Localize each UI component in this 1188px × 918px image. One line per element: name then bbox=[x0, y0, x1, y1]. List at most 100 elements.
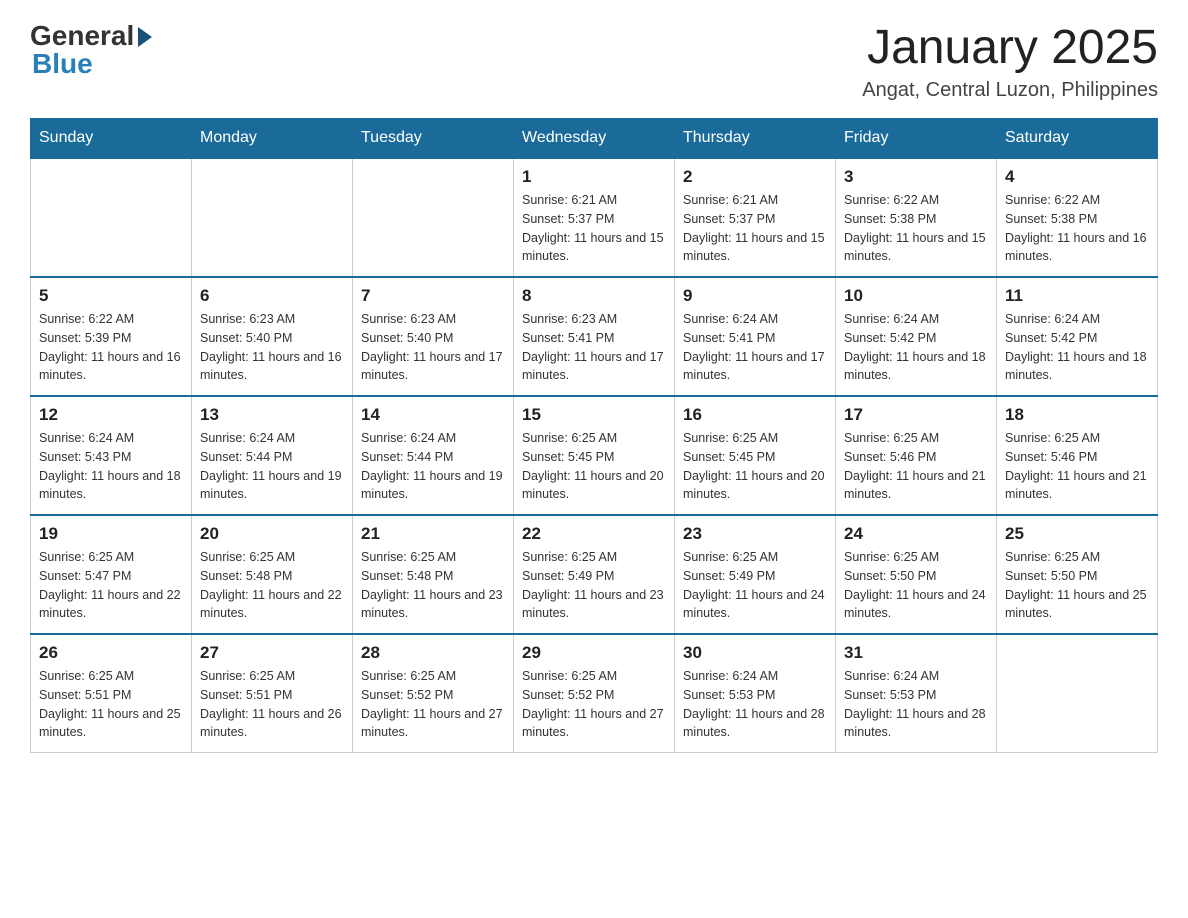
day-info: Sunrise: 6:25 AMSunset: 5:47 PMDaylight:… bbox=[39, 548, 183, 623]
day-info: Sunrise: 6:24 AMSunset: 5:42 PMDaylight:… bbox=[844, 310, 988, 385]
day-info: Sunrise: 6:25 AMSunset: 5:51 PMDaylight:… bbox=[39, 667, 183, 742]
calendar-day-cell: 19 Sunrise: 6:25 AMSunset: 5:47 PMDayligh… bbox=[31, 515, 192, 634]
calendar-week-row: 26Sunrise: 6:25 AMSunset: 5:51 PMDayligh… bbox=[31, 634, 1158, 753]
day-number: 15 bbox=[522, 405, 666, 425]
day-info: Sunrise: 6:25 AMSunset: 5:48 PMDaylight:… bbox=[200, 548, 344, 623]
day-info: Sunrise: 6:25 AMSunset: 5:48 PMDaylight:… bbox=[361, 548, 505, 623]
col-thursday: Thursday bbox=[675, 119, 836, 159]
day-info: Sunrise: 6:22 AMSunset: 5:38 PMDaylight:… bbox=[844, 191, 988, 266]
day-number: 14 bbox=[361, 405, 505, 425]
day-info: Sunrise: 6:25 AMSunset: 5:45 PMDaylight:… bbox=[683, 429, 827, 504]
day-info: Sunrise: 6:24 AMSunset: 5:42 PMDaylight:… bbox=[1005, 310, 1149, 385]
calendar-day-cell: 17Sunrise: 6:25 AMSunset: 5:46 PMDayligh… bbox=[836, 396, 997, 515]
logo: General Blue bbox=[30, 20, 152, 80]
day-number: 21 bbox=[361, 524, 505, 544]
day-number: 11 bbox=[1005, 286, 1149, 306]
calendar-day-cell: 8 Sunrise: 6:23 AMSunset: 5:41 PMDaylight… bbox=[514, 277, 675, 396]
day-number: 20 bbox=[200, 524, 344, 544]
day-number: 12 bbox=[39, 405, 183, 425]
calendar-day-cell: 4 Sunrise: 6:22 AMSunset: 5:38 PMDaylight… bbox=[997, 158, 1158, 277]
calendar-day-cell: 28 Sunrise: 6:25 AMSunset: 5:52 PMDayligh… bbox=[353, 634, 514, 753]
col-saturday: Saturday bbox=[997, 119, 1158, 159]
day-number: 8 bbox=[522, 286, 666, 306]
day-number: 5 bbox=[39, 286, 183, 306]
day-info: Sunrise: 6:23 AMSunset: 5:40 PMDaylight:… bbox=[200, 310, 344, 385]
page-header: General Blue January 2025 Angat, Central… bbox=[30, 20, 1158, 102]
logo-blue-text: Blue bbox=[30, 48, 93, 80]
day-number: 6 bbox=[200, 286, 344, 306]
day-number: 24 bbox=[844, 524, 988, 544]
day-info: Sunrise: 6:24 AMSunset: 5:43 PMDaylight:… bbox=[39, 429, 183, 504]
calendar-day-cell: 7 Sunrise: 6:23 AMSunset: 5:40 PMDaylight… bbox=[353, 277, 514, 396]
day-info: Sunrise: 6:25 AMSunset: 5:46 PMDaylight:… bbox=[1005, 429, 1149, 504]
calendar-day-cell: 27 Sunrise: 6:25 AMSunset: 5:51 PMDayligh… bbox=[192, 634, 353, 753]
day-info: Sunrise: 6:24 AMSunset: 5:44 PMDaylight:… bbox=[361, 429, 505, 504]
day-info: Sunrise: 6:21 AMSunset: 5:37 PMDaylight:… bbox=[683, 191, 827, 266]
calendar-day-cell: 1 Sunrise: 6:21 AMSunset: 5:37 PMDaylight… bbox=[514, 158, 675, 277]
day-number: 18 bbox=[1005, 405, 1149, 425]
day-number: 31 bbox=[844, 643, 988, 663]
calendar-week-row: 12 Sunrise: 6:24 AMSunset: 5:43 PMDayligh… bbox=[31, 396, 1158, 515]
day-info: Sunrise: 6:25 AMSunset: 5:49 PMDaylight:… bbox=[522, 548, 666, 623]
day-number: 7 bbox=[361, 286, 505, 306]
calendar-week-row: 1 Sunrise: 6:21 AMSunset: 5:37 PMDaylight… bbox=[31, 158, 1158, 277]
day-number: 9 bbox=[683, 286, 827, 306]
day-number: 19 bbox=[39, 524, 183, 544]
col-sunday: Sunday bbox=[31, 119, 192, 159]
day-info: Sunrise: 6:25 AMSunset: 5:45 PMDaylight:… bbox=[522, 429, 666, 504]
day-number: 27 bbox=[200, 643, 344, 663]
col-monday: Monday bbox=[192, 119, 353, 159]
calendar-day-cell: 2Sunrise: 6:21 AMSunset: 5:37 PMDaylight… bbox=[675, 158, 836, 277]
calendar-day-cell: 21 Sunrise: 6:25 AMSunset: 5:48 PMDayligh… bbox=[353, 515, 514, 634]
day-info: Sunrise: 6:22 AMSunset: 5:39 PMDaylight:… bbox=[39, 310, 183, 385]
day-info: Sunrise: 6:21 AMSunset: 5:37 PMDaylight:… bbox=[522, 191, 666, 266]
day-number: 3 bbox=[844, 167, 988, 187]
day-info: Sunrise: 6:24 AMSunset: 5:53 PMDaylight:… bbox=[683, 667, 827, 742]
calendar-day-cell: 3 Sunrise: 6:22 AMSunset: 5:38 PMDaylight… bbox=[836, 158, 997, 277]
day-info: Sunrise: 6:22 AMSunset: 5:38 PMDaylight:… bbox=[1005, 191, 1149, 266]
calendar-week-row: 19 Sunrise: 6:25 AMSunset: 5:47 PMDayligh… bbox=[31, 515, 1158, 634]
calendar-day-cell: 9 Sunrise: 6:24 AMSunset: 5:41 PMDaylight… bbox=[675, 277, 836, 396]
day-info: Sunrise: 6:23 AMSunset: 5:41 PMDaylight:… bbox=[522, 310, 666, 385]
col-tuesday: Tuesday bbox=[353, 119, 514, 159]
logo-arrow-icon bbox=[138, 27, 152, 47]
calendar-day-cell: 30 Sunrise: 6:24 AMSunset: 5:53 PMDayligh… bbox=[675, 634, 836, 753]
day-info: Sunrise: 6:24 AMSunset: 5:41 PMDaylight:… bbox=[683, 310, 827, 385]
day-number: 25 bbox=[1005, 524, 1149, 544]
title-block: January 2025 Angat, Central Luzon, Phili… bbox=[862, 20, 1158, 102]
calendar-day-cell: 15 Sunrise: 6:25 AMSunset: 5:45 PMDayligh… bbox=[514, 396, 675, 515]
day-info: Sunrise: 6:25 AMSunset: 5:52 PMDaylight:… bbox=[361, 667, 505, 742]
day-info: Sunrise: 6:23 AMSunset: 5:40 PMDaylight:… bbox=[361, 310, 505, 385]
calendar-day-cell bbox=[353, 158, 514, 277]
calendar-day-cell bbox=[31, 158, 192, 277]
day-number: 17 bbox=[844, 405, 988, 425]
col-friday: Friday bbox=[836, 119, 997, 159]
day-info: Sunrise: 6:25 AMSunset: 5:50 PMDaylight:… bbox=[1005, 548, 1149, 623]
day-number: 23 bbox=[683, 524, 827, 544]
calendar-day-cell: 13Sunrise: 6:24 AMSunset: 5:44 PMDayligh… bbox=[192, 396, 353, 515]
day-info: Sunrise: 6:24 AMSunset: 5:53 PMDaylight:… bbox=[844, 667, 988, 742]
day-number: 30 bbox=[683, 643, 827, 663]
calendar-day-cell bbox=[997, 634, 1158, 753]
calendar-day-cell: 29Sunrise: 6:25 AMSunset: 5:52 PMDayligh… bbox=[514, 634, 675, 753]
day-info: Sunrise: 6:25 AMSunset: 5:50 PMDaylight:… bbox=[844, 548, 988, 623]
calendar-day-cell: 5 Sunrise: 6:22 AMSunset: 5:39 PMDaylight… bbox=[31, 277, 192, 396]
calendar-day-cell: 22Sunrise: 6:25 AMSunset: 5:49 PMDayligh… bbox=[514, 515, 675, 634]
calendar-day-cell: 14 Sunrise: 6:24 AMSunset: 5:44 PMDayligh… bbox=[353, 396, 514, 515]
day-number: 13 bbox=[200, 405, 344, 425]
day-number: 10 bbox=[844, 286, 988, 306]
calendar-day-cell: 11 Sunrise: 6:24 AMSunset: 5:42 PMDayligh… bbox=[997, 277, 1158, 396]
day-number: 1 bbox=[522, 167, 666, 187]
calendar-day-cell: 26Sunrise: 6:25 AMSunset: 5:51 PMDayligh… bbox=[31, 634, 192, 753]
month-title: January 2025 bbox=[862, 20, 1158, 75]
calendar-day-cell: 20 Sunrise: 6:25 AMSunset: 5:48 PMDayligh… bbox=[192, 515, 353, 634]
calendar-header-row: Sunday Monday Tuesday Wednesday Thursday… bbox=[31, 119, 1158, 159]
day-number: 28 bbox=[361, 643, 505, 663]
location-text: Angat, Central Luzon, Philippines bbox=[862, 79, 1158, 102]
calendar-day-cell bbox=[192, 158, 353, 277]
day-number: 4 bbox=[1005, 167, 1149, 187]
calendar-week-row: 5 Sunrise: 6:22 AMSunset: 5:39 PMDaylight… bbox=[31, 277, 1158, 396]
calendar-day-cell: 24 Sunrise: 6:25 AMSunset: 5:50 PMDayligh… bbox=[836, 515, 997, 634]
day-info: Sunrise: 6:25 AMSunset: 5:51 PMDaylight:… bbox=[200, 667, 344, 742]
calendar-day-cell: 18 Sunrise: 6:25 AMSunset: 5:46 PMDayligh… bbox=[997, 396, 1158, 515]
